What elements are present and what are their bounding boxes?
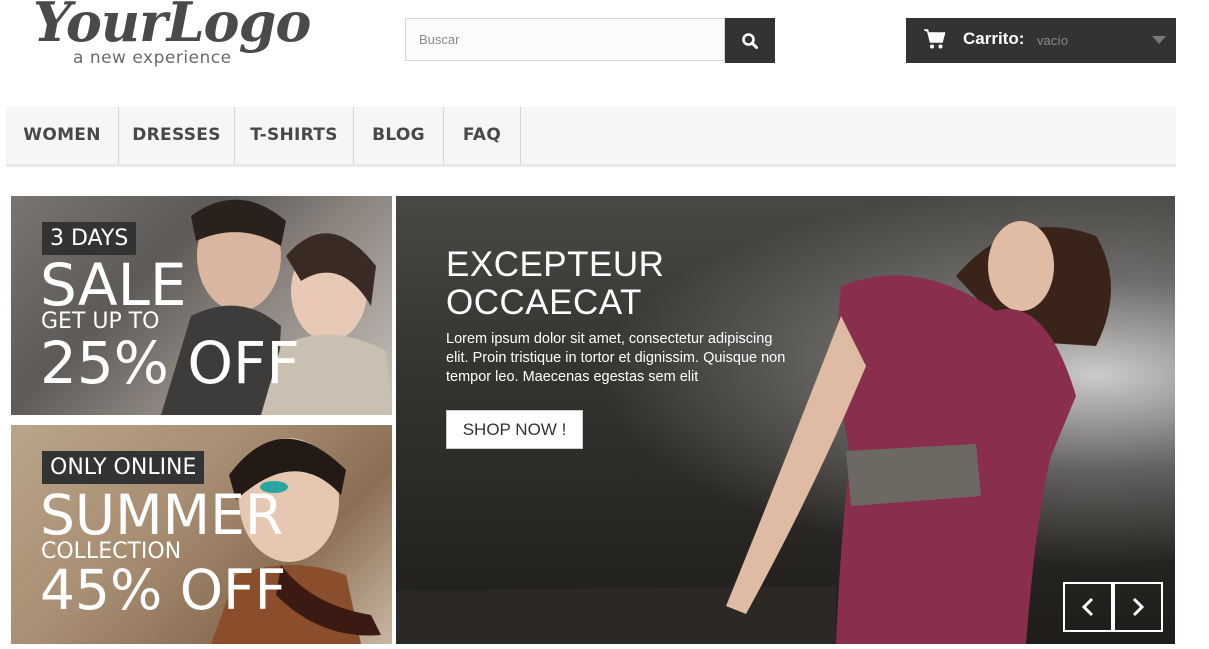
logo-wordmark: YourLogo: [33, 0, 311, 54]
nav-item-faq[interactable]: FAQ: [444, 107, 521, 164]
search-input[interactable]: [405, 18, 725, 61]
banner-offer: 25% OFF: [40, 329, 300, 397]
promo-banner-sale[interactable]: 3 DAYS SALE GET UP TO 25% OFF: [11, 196, 392, 415]
slider-prev-button[interactable]: [1063, 582, 1113, 632]
cart-status: vacío: [1037, 33, 1069, 48]
search-button[interactable]: [725, 18, 775, 63]
banner-badge: ONLY ONLINE: [42, 451, 205, 484]
logo-tagline: a new experience: [73, 48, 232, 68]
nav-item-women[interactable]: WOMEN: [6, 107, 119, 164]
shopping-cart-icon: [924, 29, 946, 49]
banner-headline: SALE: [40, 251, 187, 319]
nav-item-blog[interactable]: BLOG: [354, 107, 444, 164]
banner-headline: SUMMER: [40, 483, 284, 547]
cart-title: Carrito:: [963, 29, 1025, 48]
search-icon: [742, 32, 758, 49]
nav-item-t-shirts[interactable]: T-SHIRTS: [235, 107, 354, 164]
nav-item-dresses[interactable]: DRESSES: [119, 107, 235, 164]
slide-description: Lorem ipsum dolor sit amet, consectetur …: [446, 331, 786, 385]
main-menu: WOMEN DRESSES T-SHIRTS BLOG FAQ: [6, 107, 1176, 167]
shop-now-button[interactable]: SHOP NOW !: [446, 410, 583, 449]
chevron-left-icon: [1081, 597, 1094, 617]
slider-next-button[interactable]: [1113, 582, 1163, 632]
homepage-slider: EXCEPTEUR OCCAECAT Lorem ipsum dolor sit…: [396, 196, 1175, 644]
chevron-down-icon: [1152, 36, 1166, 44]
site-logo[interactable]: YourLogo a new experience: [33, 0, 323, 72]
promo-banner-summer[interactable]: ONLY ONLINE SUMMER COLLECTION 45% OFF: [11, 425, 392, 644]
cart-button[interactable]: Carrito: vacío: [906, 18, 1176, 63]
chevron-right-icon: [1132, 597, 1145, 617]
slide-title: EXCEPTEUR OCCAECAT: [446, 245, 665, 322]
search-form: [405, 18, 775, 63]
banner-offer: 45% OFF: [40, 558, 287, 622]
